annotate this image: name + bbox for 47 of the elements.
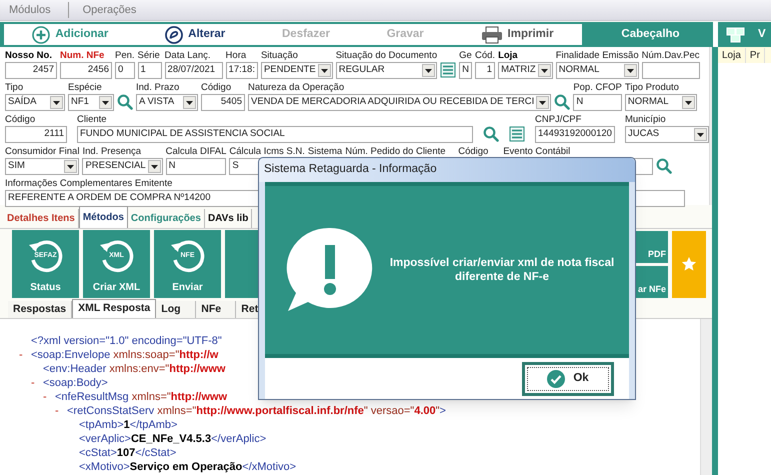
field-label: Nosso No. [5,49,53,62]
field-label: Município [624,113,667,126]
field-label: Calcula DIFAL [166,145,226,158]
field-label: Código [201,81,232,94]
column-header: Loja [718,48,746,62]
field-label: Tipo [5,81,24,94]
field-label: Ge [459,49,472,62]
xml-line: <tpAmb>1</tpAmb> [79,418,178,432]
xml-line: <nfeResultMsg xmlns="http://www [55,390,228,404]
field-label: Código [458,145,490,158]
xml-line: <retConsStatServ xmlns="http://www.portalfiscal.inf.br/nfe" versao="4.00"> [67,404,446,418]
field-label: Cód. [474,49,496,62]
xml-line: <verAplic>CE_NFe_V4.5.3</verAplic> [79,432,266,446]
xml-line: <env:Header xmlns:env="http://www [43,362,226,376]
field-label: Situação [260,49,299,62]
field-label: Finalidade Emissão [556,49,639,62]
column-header: Pr [746,48,765,62]
field-label: Espécie [68,81,103,94]
field-label: Ind. Presença [82,145,142,158]
field-label: Pen. [115,49,135,62]
field-label: Sistema [308,145,342,158]
xml-line: <xMotivo>Serviço em Operação</xMotivo> [79,460,296,474]
field-label: Evento Contábil [503,145,572,158]
field-label: Cálcula Icms S.N. [229,145,305,158]
field-label: Núm. Pedido do Cliente [345,145,447,158]
xml-line: <soap:Body> [43,376,108,390]
field-label: Hora [226,49,248,62]
field-label: Data Lanç. [164,49,212,62]
field-label: Loja [498,49,519,62]
field-label: Núm.Dav.Pec [642,49,700,62]
xml-line: <cStat>107</cStat> [79,446,176,460]
field-label: Código [5,113,36,126]
field-label: Num. NFe [60,49,106,62]
field-label: Pop. CFOP [573,81,622,94]
field-label: Consumidor Final [5,145,80,158]
field-label: Situação do Documento [336,49,438,62]
field-label: Informações Complementares Emitente [5,177,174,190]
field-label: Ind. Prazo [136,81,180,94]
field-label: Cliente [77,113,108,126]
field-label: Série [138,49,161,62]
xml-line: <?xml version="1.0" encoding="UTF-8" [31,334,222,348]
field-label: Tipo Produto [624,81,680,94]
dialog-message: Impossível criar/enviar xml de nota fiscal diferente de NF-e [388,256,616,284]
field-label: CNPJ/CPF [535,113,582,126]
dialog-title: Sistema Retaguarda - Informação [264,162,437,178]
xml-line: <soap:Envelope xmlns:soap="http://w [31,348,218,362]
field-label: Natureza da Operação [248,81,346,94]
